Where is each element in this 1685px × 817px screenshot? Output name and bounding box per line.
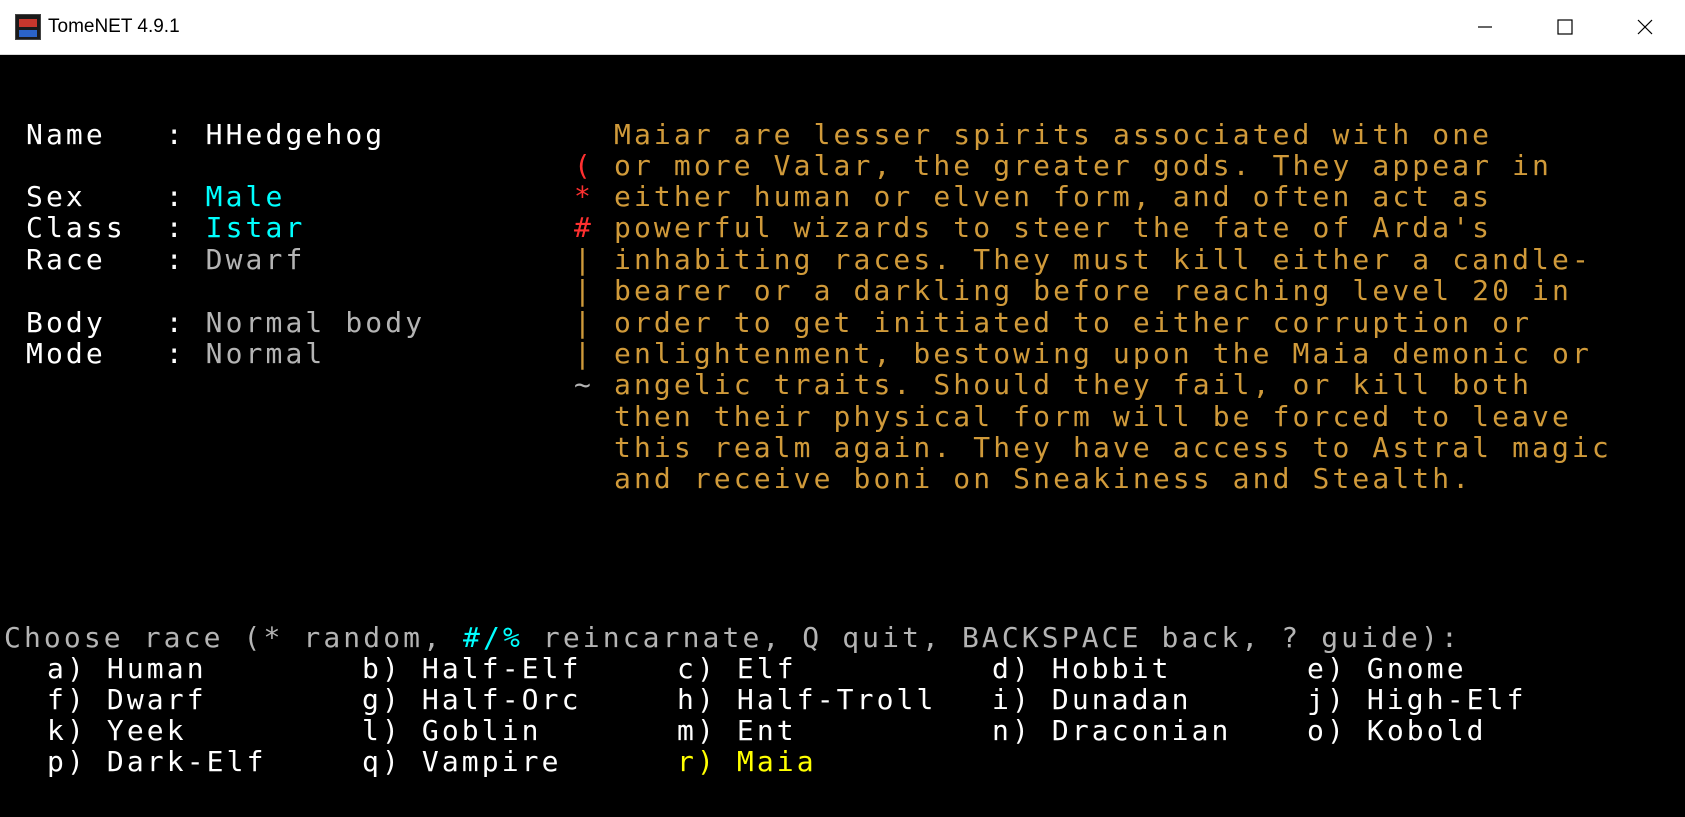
description-line: enlightenment, bestowing upon the Maia d… [614,337,1592,370]
race-option-high-elf[interactable]: j) High-Elf [1307,684,1527,715]
sex-value: Male [205,180,286,213]
minimize-button[interactable] [1445,0,1525,54]
description-line: powerful wizards to steer the fate of Ar… [614,211,1493,244]
sex-row: Sex : Male [26,181,285,212]
race-option-ent[interactable]: m) Ent [677,715,797,746]
minimize-icon [1478,26,1492,28]
race-option-half-elf[interactable]: b) Half-Elf [362,653,582,684]
class-value: Istar [205,211,306,244]
race-option-gnome[interactable]: e) Gnome [1307,653,1467,684]
body-row: Body : Normal body [26,307,425,338]
maximize-button[interactable] [1525,0,1605,54]
window-titlebar[interactable]: TomeNET 4.9.1 [0,0,1685,55]
close-button[interactable] [1605,0,1685,54]
race-option-dunadan[interactable]: i) Dunadan [992,684,1192,715]
description-line: bearer or a darkling before reaching lev… [614,274,1572,307]
body-label: Body : [26,306,186,339]
description-line: and receive boni on Sneakiness and Steal… [614,462,1473,495]
race-option-vampire[interactable]: q) Vampire [362,746,562,777]
race-option-yeek[interactable]: k) Yeek [47,715,187,746]
name-row: Name : HHedgehog [26,119,385,150]
mode-label: Mode : [26,337,186,370]
scroll-marker-bar: | [574,274,591,307]
class-label: Class : [26,211,186,244]
description-line: order to get initiated to either corrupt… [614,306,1533,339]
description-line: then their physical form will be forced … [614,400,1572,433]
scroll-marker-tilde: ~ [574,368,591,401]
name-label: Name : [26,118,186,151]
close-icon [1637,19,1653,35]
race-option-goblin[interactable]: l) Goblin [362,715,542,746]
race-label: Race : [26,243,186,276]
sex-label: Sex : [26,180,186,213]
race-option-half-troll[interactable]: h) Half-Troll [677,684,936,715]
description-line: this realm again. They have access to As… [614,431,1612,464]
mode-value: Normal [205,337,326,370]
race-option-hobbit[interactable]: d) Hobbit [992,653,1172,684]
mode-row: Mode : Normal [26,338,325,369]
race-value: Dwarf [205,243,306,276]
description-line: angelic traits. Should they fail, or kil… [614,368,1533,401]
scroll-marker-hash: # [574,211,591,244]
race-name-highlight: Maiar [614,118,714,151]
scroll-marker-bar: | [574,306,591,339]
scroll-marker-paren: ( [574,149,591,182]
scroll-marker-bar: | [574,337,591,370]
race-option-dark-elf[interactable]: p) Dark-Elf [47,746,267,777]
maximize-icon [1557,19,1573,35]
description-line: inhabiting races. They must kill either … [614,243,1592,276]
character-name-value: HHedgehog [205,118,386,151]
race-option-elf[interactable]: c) Elf [677,653,797,684]
description-line: or more Valar, the greater gods. They ap… [614,149,1552,182]
reincarnate-hotkey: #/% [463,621,523,654]
description-line: either human or elven form, and often ac… [614,180,1493,213]
race-option-dwarf[interactable]: f) Dwarf [47,684,207,715]
race-option-kobold[interactable]: o) Kobold [1307,715,1487,746]
race-option-maia-selected[interactable]: r) Maia [677,746,817,777]
race-option-human[interactable]: a) Human [47,653,207,684]
terminal-screen[interactable]: Name : HHedgehog Sex : Male Class : Ista… [0,55,1685,817]
race-prompt: Choose race (* random, #/% reincarnate, … [4,621,1461,654]
scroll-marker-star: * [574,180,591,213]
window-title: TomeNET 4.9.1 [48,16,180,37]
tomenet-app-icon [15,14,41,40]
race-option-half-orc[interactable]: g) Half-Orc [362,684,582,715]
description-line: Maiar are lesser spirits associated with… [614,118,1493,151]
race-option-draconian[interactable]: n) Draconian [992,715,1232,746]
race-row: Race : Dwarf [26,244,305,275]
class-row: Class : Istar [26,212,305,243]
scroll-marker-bar: | [574,243,591,276]
body-value: Normal body [205,306,426,339]
